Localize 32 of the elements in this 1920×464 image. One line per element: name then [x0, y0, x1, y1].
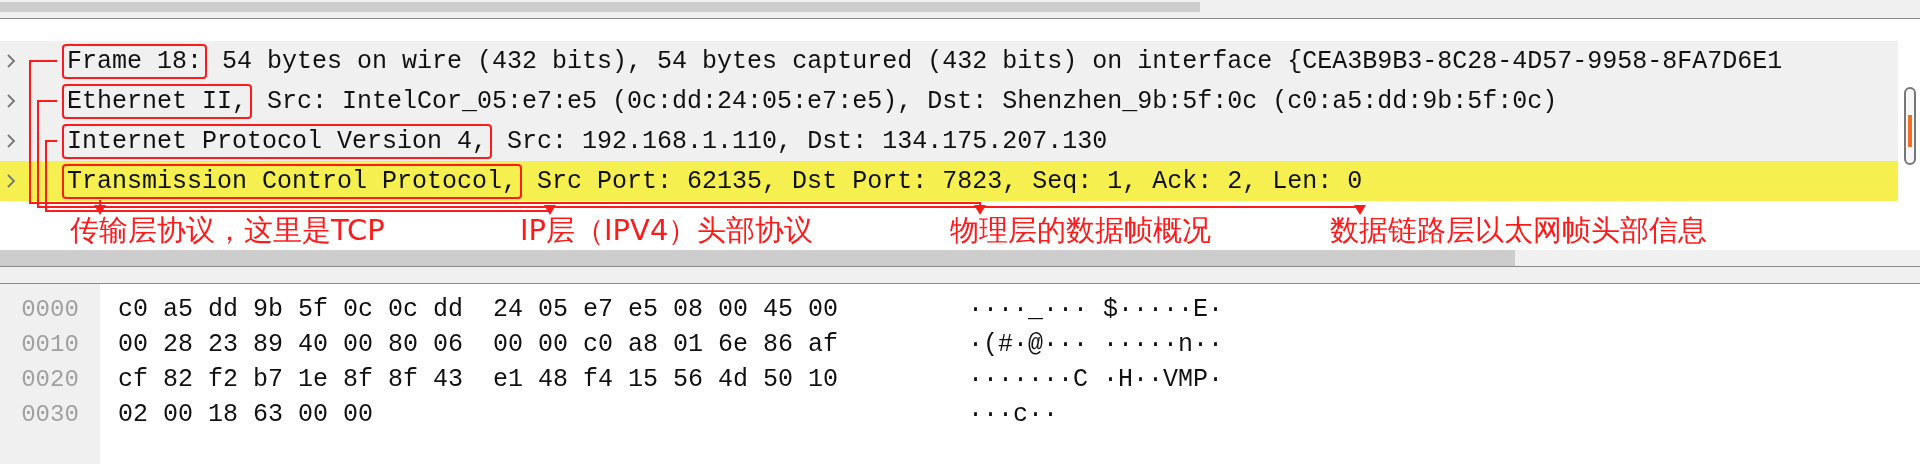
chevron-icon[interactable] [6, 93, 16, 109]
chevron-icon[interactable] [6, 173, 16, 189]
ascii-bytes: ·(#·@··· ·····n·· [968, 329, 1224, 361]
chevron-icon[interactable] [6, 53, 16, 69]
row-text: Transmission Control Protocol, Src Port: 62135, Dst Port: 7823, Seq: 1, Ack: 2, Len: 0 [62, 166, 1363, 196]
hex-bytes: c0 a5 dd 9b 5f 0c 0c dd 24 05 e7 e5 08 00 45 00 [118, 294, 840, 326]
tree-row[interactable]: Ethernet II, Src: IntelCor_05:e7:e5 (0c:dd:24:05:e7:e5), Dst: Shenzhen_9b:5f:0c (c0:a5:dd:9b:5f:0c) [0, 81, 1898, 121]
pane-splitter[interactable] [0, 267, 1920, 284]
vertical-scrollbar[interactable] [1904, 87, 1916, 165]
tree-row[interactable]: Transmission Control Protocol, Src Port: 62135, Dst Port: 7823, Seq: 1, Ack: 2, Len: 0 [0, 161, 1898, 201]
hex-bytes: 02 00 18 63 00 00 [118, 399, 375, 431]
row-text: Ethernet II, Src: IntelCor_05:e7:e5 (0c:dd:24:05:e7:e5), Dst: Shenzhen_9b:5f:0c (c0:a5:dd:9b:5f:0c) [62, 86, 1558, 116]
tree-row[interactable]: Frame 18: 54 bytes on wire (432 bits), 54 bytes captured (432 bits) on interface {CEA3B9B3-8C28-4D57-9958-8FA7D6E1 [0, 41, 1898, 81]
row-text: Internet Protocol Version 4, Src: 192.168.1.110, Dst: 134.175.207.130 [62, 126, 1108, 156]
annotation-text: 传输层协议，这里是TCP [70, 216, 385, 245]
hex-bytes: cf 82 f2 b7 1e 8f 8f 43 e1 48 f4 15 56 4d 50 10 [118, 364, 840, 396]
chevron-icon[interactable] [6, 133, 16, 149]
ascii-bytes: ···c·· [968, 399, 1059, 431]
annotation-text: 数据链路层以太网帧头部信息 [1330, 216, 1707, 245]
annotation-text: 物理层的数据帧概况 [950, 216, 1211, 245]
row-text: Frame 18: 54 bytes on wire (432 bits), 54 bytes captured (432 bits) on interface {CEA3B9B3-8C28-4D57-9958-8FA7D6E1 [62, 46, 1783, 76]
annotation-text: IP层（IPV4）头部协议 [520, 216, 814, 245]
hex-bytes: 00 28 23 89 40 00 80 06 00 00 c0 a8 01 6e 86 af [118, 329, 840, 361]
tree-row[interactable]: Internet Protocol Version 4, Src: 192.168.1.110, Dst: 134.175.207.130 [0, 121, 1898, 161]
offset-label: 0020 [21, 365, 79, 395]
ascii-bytes: ····_··· $·····E· [968, 294, 1224, 326]
scrollbar-thumb[interactable] [0, 2, 1200, 12]
offset-label: 0030 [21, 400, 79, 430]
ascii-bytes: ·······C ·H··VMP· [968, 364, 1224, 396]
offset-label: 0010 [21, 330, 79, 360]
offset-label: 0000 [21, 295, 79, 325]
scrollbar-thumb[interactable] [0, 250, 1515, 266]
